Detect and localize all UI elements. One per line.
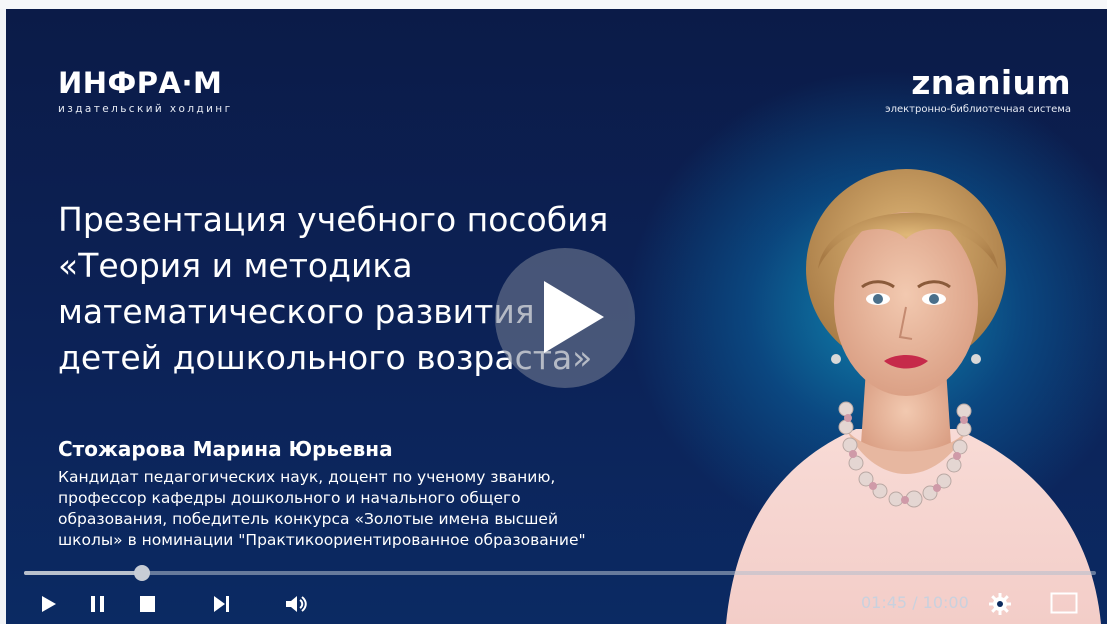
infra-m-brand: ИНФРА·М — [58, 66, 223, 100]
author-description-line: Кандидат педагогических наук, доцент по … — [58, 468, 556, 486]
title-line: Презентация учебного пособия — [58, 200, 609, 239]
progress-handle[interactable] — [133, 565, 150, 581]
play-icon — [42, 596, 56, 612]
author-description-line: профессор кафедры дошкольного и начально… — [58, 489, 521, 507]
fullscreen-button[interactable] — [1050, 592, 1078, 614]
znanium-logo: znanium электронно-библиотечная система — [885, 63, 1071, 116]
stop-button[interactable] — [139, 594, 157, 614]
progress-bar[interactable] — [24, 565, 1096, 581]
browser-top-strip — [0, 0, 1107, 9]
znanium-brand: znanium — [911, 63, 1071, 102]
pause-button[interactable] — [90, 594, 106, 614]
title-line: детей дошкольного возраста» — [58, 338, 593, 377]
stop-icon — [140, 596, 155, 612]
play-button[interactable] — [40, 594, 58, 614]
volume-button[interactable] — [285, 594, 309, 614]
infra-m-logo: ИНФРА·М издательский холдинг — [58, 67, 233, 115]
skip-next-icon — [214, 596, 229, 612]
video-title: Презентация учебного пособия «Теория и м… — [58, 197, 738, 381]
big-play-button[interactable] — [495, 248, 635, 388]
progress-fill — [24, 571, 142, 575]
skip-next-button[interactable] — [212, 594, 232, 614]
title-line: «Теория и методика — [58, 246, 413, 285]
presenter-portrait — [726, 169, 1101, 624]
fullscreen-icon — [1050, 592, 1078, 614]
play-icon — [544, 281, 604, 353]
volume-icon — [286, 596, 307, 612]
video-player[interactable]: ИНФРА·М издательский холдинг znanium эле… — [6, 9, 1107, 624]
infra-m-subtitle: издательский холдинг — [58, 103, 233, 115]
settings-icon — [989, 593, 1011, 615]
author-description: Кандидат педагогических наук, доцент по … — [58, 467, 718, 551]
time-display: 01:45 / 10:00 — [861, 593, 969, 612]
title-line: математического развития — [58, 292, 535, 331]
author-description-line: школы» в номинации "Практикоориентирован… — [58, 531, 586, 549]
pause-icon — [91, 596, 104, 612]
author-name: Стожарова Марина Юрьевна — [58, 437, 393, 461]
settings-button[interactable] — [988, 592, 1012, 615]
author-description-line: образования, победитель конкурса «Золоты… — [58, 510, 559, 528]
znanium-subtitle: электронно-библиотечная система — [885, 104, 1071, 115]
